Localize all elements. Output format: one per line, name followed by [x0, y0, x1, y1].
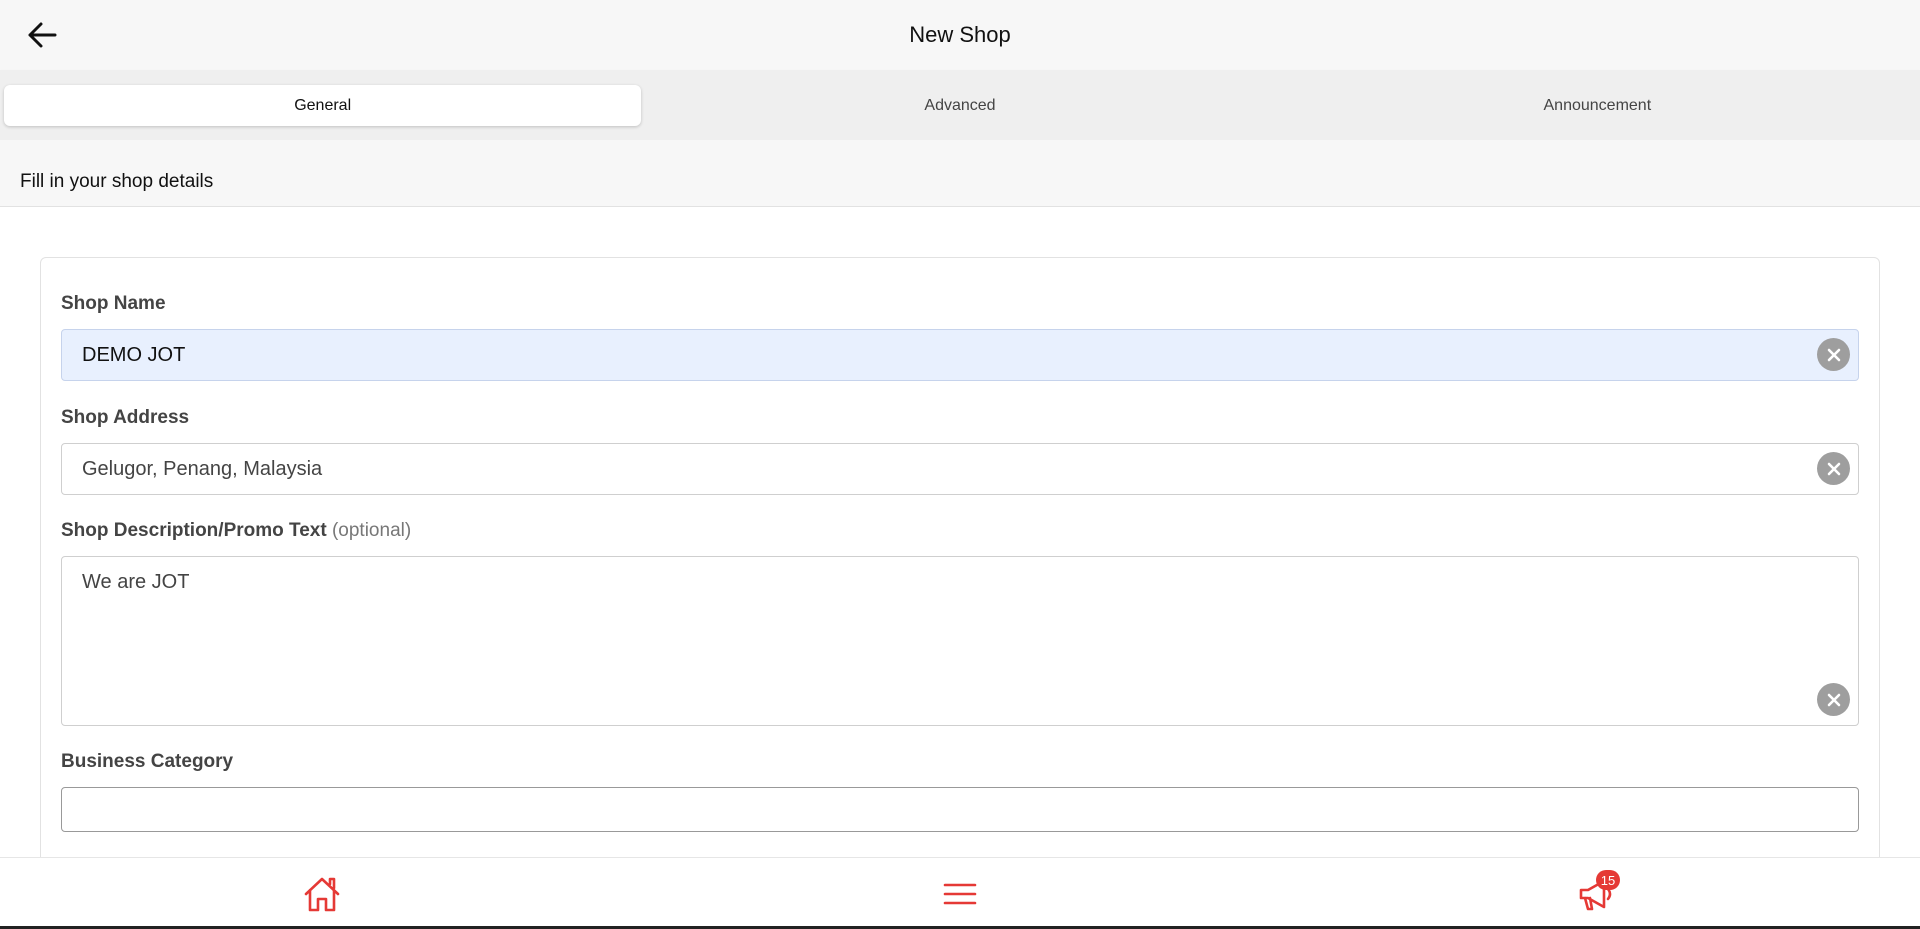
section-subtitle: Fill in your shop details	[0, 140, 1920, 207]
shop-description-value: We are JOT	[82, 571, 190, 593]
business-category-label: Business Category	[61, 751, 234, 772]
back-button[interactable]	[22, 16, 62, 54]
notification-badge: 15	[1596, 870, 1620, 890]
shop-description-label-text: Shop Description/Promo Text	[61, 520, 327, 541]
close-icon	[1827, 693, 1840, 706]
home-icon	[304, 877, 340, 912]
close-icon	[1827, 462, 1840, 475]
shop-address-input[interactable]: Gelugor, Penang, Malaysia	[61, 443, 1859, 495]
tab-advanced[interactable]: Advanced	[641, 85, 1278, 126]
optional-hint: (optional)	[331, 520, 412, 541]
shop-description-label: Shop Description/Promo Text (optional)	[61, 520, 411, 542]
shop-name-clear-button[interactable]	[1817, 338, 1850, 371]
shop-name-label: Shop Name	[61, 293, 166, 314]
page-title: New Shop	[909, 22, 1011, 47]
shop-address-value: Gelugor, Penang, Malaysia	[82, 457, 323, 480]
close-icon	[1827, 348, 1840, 361]
shop-description-clear-button[interactable]	[1817, 683, 1850, 716]
shop-name-input[interactable]: DEMO JOT	[61, 329, 1859, 381]
shop-name-value: DEMO JOT	[82, 343, 186, 366]
tab-general[interactable]: General	[4, 85, 642, 126]
nav-announcement-button[interactable]: 15	[1574, 870, 1620, 916]
tab-bar: General Advanced Announcement	[0, 70, 1920, 140]
shop-description-textarea[interactable]: We are JOT	[61, 556, 1859, 726]
nav-menu-button[interactable]	[938, 872, 982, 916]
shop-address-clear-button[interactable]	[1817, 452, 1850, 485]
nav-home-button[interactable]	[300, 872, 344, 916]
business-category-select[interactable]	[61, 787, 1859, 832]
tab-announcement[interactable]: Announcement	[1279, 85, 1916, 126]
menu-icon	[943, 883, 977, 905]
shop-address-label: Shop Address	[61, 407, 190, 428]
arrow-left-icon	[28, 22, 57, 48]
app-header: New Shop	[0, 0, 1920, 70]
bottom-nav: 15	[0, 857, 1920, 929]
